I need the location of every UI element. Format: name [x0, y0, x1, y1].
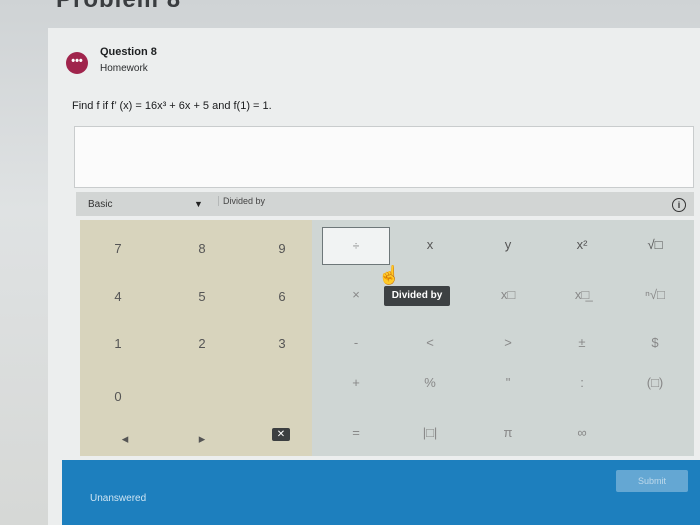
key-infinity[interactable]: ∞ — [552, 416, 612, 450]
backspace-icon[interactable]: ✕ — [272, 428, 290, 441]
key-percent[interactable]: % — [400, 366, 460, 400]
submit-button[interactable]: Submit — [616, 470, 688, 492]
key-power[interactable]: x□̲ — [552, 278, 612, 312]
page-heading: Problem 8 — [56, 0, 181, 14]
key-parentheses[interactable]: (□) — [625, 366, 685, 400]
key-greater-than[interactable]: > — [478, 326, 538, 360]
key-x-squared[interactable]: x² — [552, 228, 612, 262]
key-8[interactable]: 8 — [172, 232, 232, 266]
key-absolute-value[interactable]: |□| — [400, 416, 460, 450]
footer-bar — [62, 460, 700, 525]
key-minus[interactable]: - — [326, 326, 386, 360]
selected-function-label: Divided by — [218, 196, 265, 206]
key-plus-minus[interactable]: ± — [552, 326, 612, 360]
key-0[interactable]: 0 — [88, 380, 148, 414]
divide-key[interactable]: ÷ — [322, 227, 390, 265]
key-5[interactable]: 5 — [172, 280, 232, 314]
key-plus[interactable]: + — [326, 366, 386, 400]
key-y[interactable]: y — [478, 228, 538, 262]
key-6[interactable]: 6 — [252, 280, 312, 314]
key-quote[interactable]: " — [478, 366, 538, 400]
tooltip: Divided by — [384, 286, 450, 306]
key-1[interactable]: 1 — [88, 327, 148, 361]
key-2[interactable]: 2 — [172, 327, 232, 361]
key-3[interactable]: 3 — [252, 327, 312, 361]
key-sqrt[interactable]: √□ — [625, 228, 685, 262]
info-icon[interactable]: i — [672, 198, 686, 212]
answer-input[interactable] — [74, 126, 694, 188]
cursor-right-icon[interactable]: ▸ — [172, 422, 232, 456]
key-pi[interactable]: π — [478, 416, 538, 450]
key-7[interactable]: 7 — [88, 232, 148, 266]
key-x[interactable]: x — [400, 228, 460, 262]
question-avatar: ••• — [66, 52, 88, 74]
keyboard-mode-select[interactable]: Basic — [88, 199, 112, 210]
key-times[interactable]: × — [326, 278, 386, 312]
key-9[interactable]: 9 — [252, 232, 312, 266]
cursor-left-icon[interactable]: ◂ — [95, 422, 155, 456]
problem-text: Find f if f’ (x) = 16x³ + 6x + 5 and f(1… — [72, 100, 272, 112]
keyboard-toolbar — [76, 192, 694, 216]
pointer-hand-icon: ☝ — [378, 265, 401, 285]
question-title: Question 8 — [100, 46, 157, 58]
key-subscript[interactable]: x□ — [478, 278, 538, 312]
key-nth-root[interactable]: ⁿ√□ — [625, 278, 685, 312]
key-dollar[interactable]: $ — [625, 326, 685, 360]
key-colon[interactable]: : — [552, 366, 612, 400]
key-equals[interactable]: = — [326, 416, 386, 450]
key-less-than[interactable]: < — [400, 326, 460, 360]
chevron-down-icon[interactable]: ▼ — [194, 199, 203, 209]
key-4[interactable]: 4 — [88, 280, 148, 314]
question-subtitle: Homework — [100, 63, 148, 74]
status-label: Unanswered — [90, 493, 147, 504]
